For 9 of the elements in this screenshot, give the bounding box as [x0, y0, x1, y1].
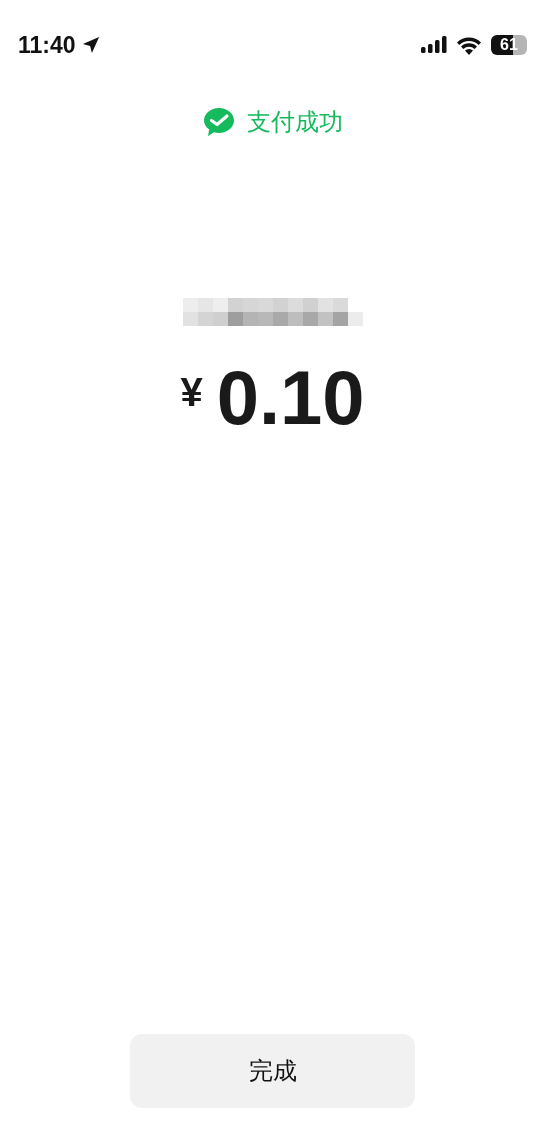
location-arrow-icon	[81, 36, 100, 54]
currency-symbol: ¥	[180, 370, 203, 415]
wifi-icon	[456, 35, 482, 55]
status-time: 11:40	[18, 31, 76, 59]
chat-check-icon	[202, 107, 235, 137]
done-button[interactable]: 完成	[130, 1034, 415, 1108]
payment-success-title: 支付成功	[246, 107, 343, 138]
payment-amount: 0.10	[216, 360, 365, 436]
signal-icon	[421, 36, 447, 54]
